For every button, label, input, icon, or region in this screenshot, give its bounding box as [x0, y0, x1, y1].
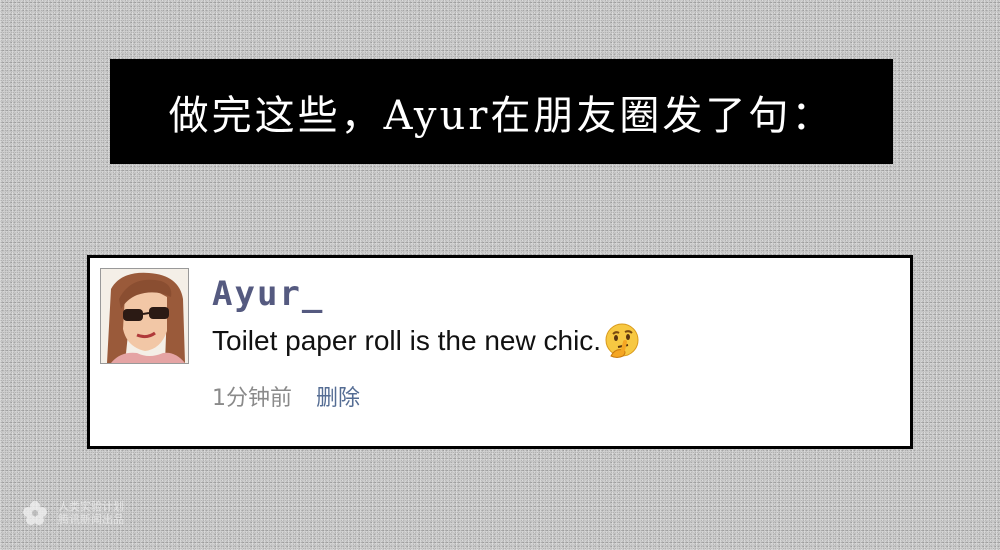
delete-link[interactable]: 删除 [316, 380, 360, 412]
watermark-line1: 人类实验计划 [58, 500, 124, 513]
watermark-line2: 腾讯新闻出品 [58, 513, 124, 526]
woman-with-sunglasses-avatar-icon [101, 269, 188, 363]
watermark-text: 人类实验计划 腾讯新闻出品 [58, 500, 124, 526]
thinking-face-emoji-icon [605, 323, 639, 358]
caption-bar: 做完这些，Ayur在朋友圈发了句： [110, 59, 893, 164]
moments-post-card: Ayur_ Toilet paper roll is the new chic.… [87, 255, 913, 449]
post-text: Toilet paper roll is the new chic. [212, 322, 641, 360]
username[interactable]: Ayur_ [212, 274, 324, 314]
post-timestamp: 1分钟前 [212, 386, 292, 411]
flower-logo-icon [23, 501, 47, 525]
caption-text: 做完这些，Ayur在朋友圈发了句： [168, 92, 835, 139]
watermark: 人类实验计划 腾讯新闻出品 [20, 498, 124, 528]
post-text-content: Toilet paper roll is the new chic. [212, 325, 602, 356]
avatar[interactable] [100, 268, 189, 364]
post-meta: 1分钟前 删除 [212, 380, 360, 412]
